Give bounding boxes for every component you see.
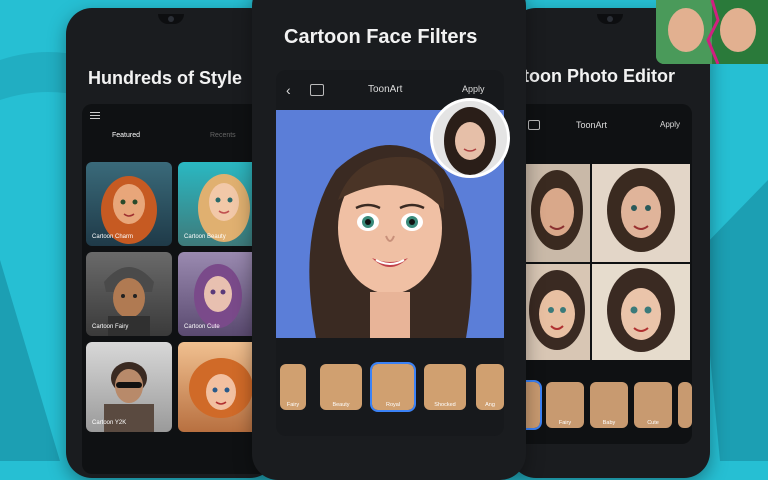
left-phone: Hundreds of Style Featured Recents Carto… <box>66 8 276 478</box>
right-phone-title: rtoon Photo Editor <box>516 66 675 86</box>
portrait-photo <box>444 107 496 175</box>
apply-button[interactable]: Apply <box>462 84 485 94</box>
style-tile[interactable]: Cartoon Y2K <box>86 342 172 432</box>
tile-caption: Cartoon Cute <box>184 324 220 330</box>
result-image <box>592 164 690 262</box>
filter-thumb[interactable] <box>678 382 692 428</box>
original-photo-bubble[interactable] <box>430 98 510 178</box>
style-tile[interactable]: Cartoon Charm <box>86 162 172 246</box>
right-screen: ToonArt Apply Fairy Baby Cute <box>516 104 692 444</box>
center-phone: Cartoon Face Filters ‹ ToonArt Apply Fai… <box>252 0 526 480</box>
gallery-icon[interactable] <box>528 120 540 130</box>
avatar-illustration <box>104 362 154 432</box>
tab-recents[interactable]: Recents <box>210 132 236 139</box>
filter-thumb[interactable]: Baby <box>590 382 628 428</box>
result-image <box>592 264 690 360</box>
right-phone: rtoon Photo Editor ToonArt Apply Fairy B… <box>510 8 710 478</box>
tile-caption: Cartoon Y2K <box>92 420 127 426</box>
center-phone-title: Cartoon Face Filters <box>284 26 478 48</box>
apply-button[interactable]: Apply <box>660 120 680 129</box>
tile-caption: Cartoon Charm <box>92 234 134 240</box>
filter-thumb[interactable]: Beauty <box>320 364 362 410</box>
filter-thumb[interactable]: Cute <box>634 382 672 428</box>
filter-thumb[interactable]: Royal <box>370 362 416 412</box>
filter-thumb[interactable]: Ang <box>476 364 504 410</box>
filter-thumb[interactable]: Fairy <box>280 364 306 410</box>
back-icon[interactable]: ‹ <box>286 82 291 98</box>
result-image <box>524 264 590 360</box>
left-screen: Featured Recents Cartoon Charm Cartoon B… <box>82 104 276 474</box>
left-phone-title: Hundreds of Style <box>88 68 243 88</box>
tile-caption: Cartoon Beauty <box>184 234 226 240</box>
style-tile[interactable]: Cartoon Fairy <box>86 252 172 336</box>
filter-thumb[interactable]: Shocked <box>424 364 466 410</box>
tab-featured[interactable]: Featured <box>112 132 140 139</box>
gallery-icon[interactable] <box>310 84 324 96</box>
camera-notch <box>597 14 623 24</box>
app-name: ToonArt <box>368 84 403 95</box>
filter-thumb[interactable]: Fairy <box>546 382 584 428</box>
menu-icon[interactable] <box>90 112 100 119</box>
app-name: ToonArt <box>576 120 608 130</box>
camera-notch <box>158 14 184 24</box>
tile-caption: Cartoon Fairy <box>92 324 129 330</box>
corner-thumbnail <box>656 0 768 64</box>
result-image <box>524 164 590 262</box>
